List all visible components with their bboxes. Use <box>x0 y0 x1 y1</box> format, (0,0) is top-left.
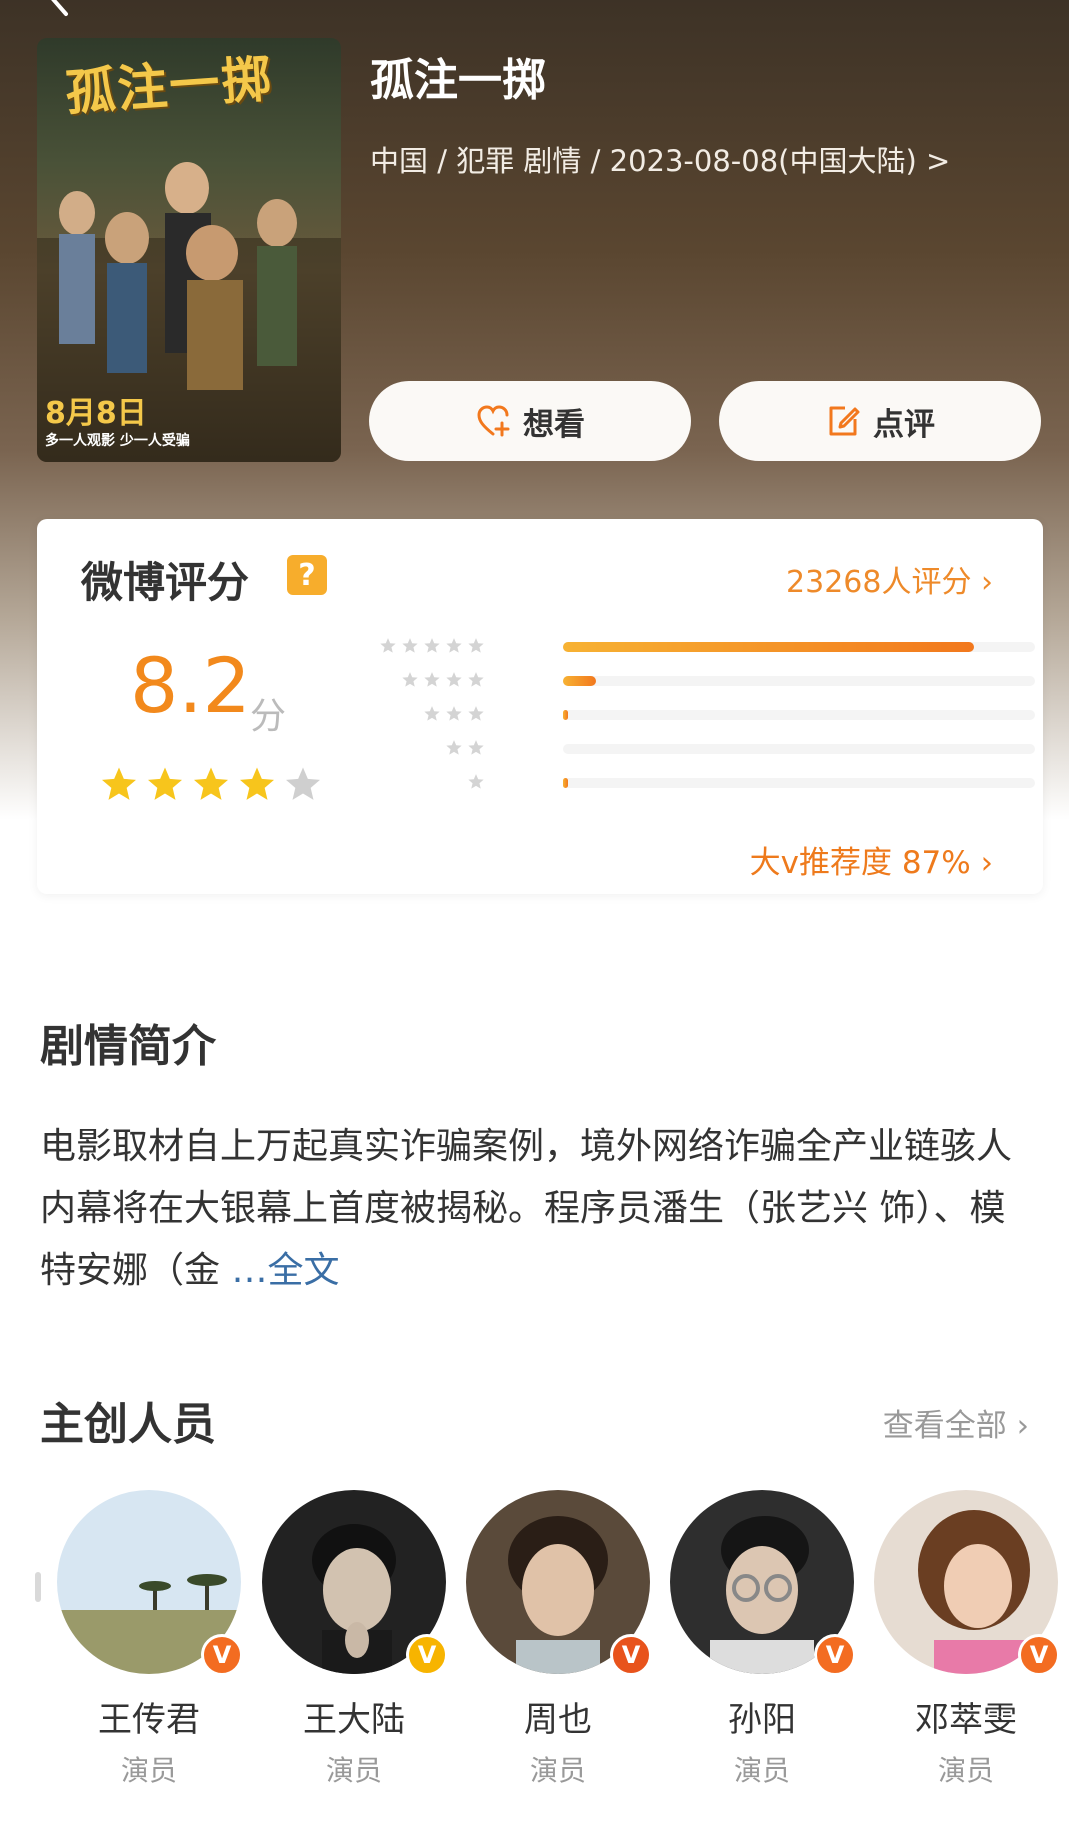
star-icon <box>446 706 462 721</box>
star-icon <box>424 638 440 653</box>
verified-badge-icon: V <box>814 1634 856 1676</box>
distribution-bar <box>563 642 974 652</box>
crew-member[interactable]: V 邓萃雯 演员 <box>873 1490 1060 1789</box>
crew-name: 周也 <box>524 1700 592 1740</box>
distribution-row <box>380 637 1035 657</box>
movie-poster[interactable]: 孤注一掷 8月8日 多一人观影 少一人受骗 <box>37 38 341 462</box>
star-icon <box>424 672 440 687</box>
star-icon <box>102 767 136 800</box>
score-value: 8.2 <box>130 641 251 730</box>
star-icon <box>446 740 462 755</box>
star-icon <box>468 672 484 687</box>
distribution-track <box>563 710 1035 720</box>
score-stars <box>99 765 323 805</box>
distribution-row <box>397 671 1035 691</box>
crew-name: 孙阳 <box>728 1700 796 1740</box>
synopsis-body: 电影取材自上万起真实诈骗案例，境外网络诈骗全产业链骇人内幕将在大银幕上首度被揭秘… <box>40 1126 1013 1291</box>
star-icon <box>402 638 418 653</box>
star-icon <box>468 740 484 755</box>
recommend-text: 大v推荐度 87% <box>749 845 971 881</box>
star-icon <box>240 767 274 800</box>
star-icon <box>446 638 462 653</box>
avatar: V <box>262 1490 448 1676</box>
rating-label: 微博评分 <box>81 558 250 607</box>
star-icon <box>468 774 484 789</box>
synopsis-ellipsis: … <box>220 1250 268 1291</box>
chevron-right-icon: › <box>1016 1408 1029 1444</box>
movie-meta-link[interactable]: 中国 / 犯罪 剧情 / 2023-08-08(中国大陆) > <box>370 138 950 180</box>
crew-role: 演员 <box>529 1754 586 1787</box>
score-unit: 分 <box>250 696 287 737</box>
distribution-track <box>563 744 1035 754</box>
avatar: V <box>670 1490 856 1676</box>
crew-name: 邓萃雯 <box>915 1700 1017 1740</box>
distribution-track <box>563 778 1035 788</box>
distribution-stars <box>423 705 485 723</box>
full-text-link[interactable]: 全文 <box>267 1250 339 1291</box>
star-icon <box>286 767 320 800</box>
crew-title: 主创人员 <box>40 1399 216 1450</box>
crew-role: 演员 <box>733 1754 790 1787</box>
star-icon <box>148 767 182 800</box>
avatar: V <box>874 1490 1060 1676</box>
distribution-stars <box>379 637 485 655</box>
verified-badge-icon: V <box>1018 1634 1060 1676</box>
crew-member[interactable]: V 王大陆 演员 <box>261 1490 448 1789</box>
crew-name: 王传君 <box>98 1700 200 1740</box>
heart-plus-icon <box>477 405 510 437</box>
star-icon <box>194 767 228 800</box>
want-to-watch-button[interactable]: 想看 <box>369 381 691 461</box>
view-all-crew-link[interactable]: 查看全部 › <box>883 1400 1029 1445</box>
chevron-right-icon: › <box>981 565 993 600</box>
distribution-track <box>563 642 1035 652</box>
star-icon <box>468 706 484 721</box>
distribution-bar <box>563 710 568 720</box>
back-icon[interactable] <box>40 0 80 18</box>
question-icon[interactable]: ? <box>287 555 327 595</box>
distribution-bar <box>563 778 568 788</box>
edit-icon <box>829 406 860 436</box>
distribution-track <box>563 676 1035 686</box>
crew-role: 演员 <box>325 1754 382 1787</box>
synopsis-text: 电影取材自上万起真实诈骗案例，境外网络诈骗全产业链骇人内幕将在大银幕上首度被揭秘… <box>40 1116 1036 1302</box>
star-icon <box>468 638 484 653</box>
verified-badge-icon: V <box>201 1634 243 1676</box>
crew-member[interactable]: V 王传君 演员 <box>56 1490 243 1789</box>
synopsis-title: 剧情简介 <box>40 1021 216 1072</box>
verified-badge-icon: V <box>610 1634 652 1676</box>
star-icon <box>402 672 418 687</box>
crew-list: V 王传君 演员 V 王大陆 演员 V 周也 演员 V 孙阳 演员 V 邓萃雯 … <box>0 1490 1069 1790</box>
review-label: 点评 <box>873 406 935 443</box>
avatar: V <box>57 1490 243 1676</box>
poster-tagline: 多一人观影 少一人受骗 <box>45 433 190 449</box>
poster-date: 8月8日 <box>45 396 147 431</box>
movie-title: 孤注一掷 <box>370 55 546 106</box>
crew-role: 演员 <box>120 1754 177 1787</box>
star-icon <box>446 672 462 687</box>
star-icon <box>380 638 396 653</box>
crew-member[interactable]: V 周也 演员 <box>465 1490 652 1789</box>
want-label: 想看 <box>523 406 585 443</box>
rating-card: 微博评分 ? 23268人评分 › 8.2 分 大v推荐度 87% › <box>37 519 1043 894</box>
star-icon <box>424 706 440 721</box>
verified-badge-icon: V <box>406 1634 448 1676</box>
view-all-label: 查看全部 <box>882 1408 1007 1444</box>
crew-name: 王大陆 <box>303 1700 405 1740</box>
distribution-stars <box>467 773 485 791</box>
review-button[interactable]: 点评 <box>719 381 1041 461</box>
rating-count-text: 23268人评分 <box>786 565 972 600</box>
distribution-row <box>397 739 1035 759</box>
recommend-link[interactable]: 大v推荐度 87% › <box>750 837 993 882</box>
distribution-row <box>397 773 1035 793</box>
chevron-right-icon: › <box>980 845 993 881</box>
avatar: V <box>466 1490 652 1676</box>
distribution-row <box>397 705 1035 725</box>
distribution-bar <box>563 676 597 686</box>
crew-role: 演员 <box>937 1754 994 1787</box>
distribution-stars <box>401 671 485 689</box>
rating-count-link[interactable]: 23268人评分 › <box>786 557 993 601</box>
distribution-stars <box>445 739 485 757</box>
crew-member[interactable]: V 孙阳 演员 <box>669 1490 856 1789</box>
